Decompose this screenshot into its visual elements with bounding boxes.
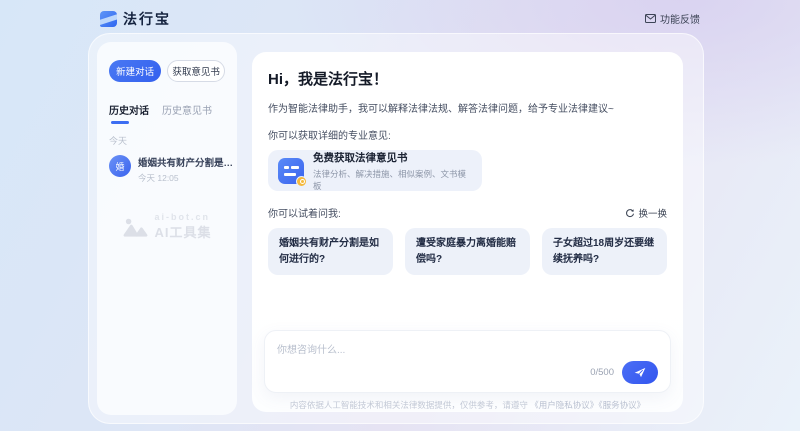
char-counter: 0/500 bbox=[590, 367, 614, 378]
opinion-document-icon bbox=[278, 158, 304, 184]
refresh-label: 换一换 bbox=[638, 206, 667, 220]
disclaimer: 内容依据人工智能技术和相关法律数据提供，仅供参考，请遵守 《用户隐私协议》《服务… bbox=[252, 399, 683, 411]
send-button[interactable] bbox=[622, 361, 658, 384]
feedback-label: 功能反馈 bbox=[660, 11, 700, 26]
history-item-time: 今天 12:05 bbox=[138, 172, 236, 184]
composer: 0/500 bbox=[264, 330, 671, 393]
get-opinion-button[interactable]: 获取意见书 bbox=[167, 60, 225, 82]
disclaimer-text: 内容依据人工智能技术和相关法律数据提供，仅供参考，请遵守 bbox=[290, 400, 530, 410]
history-item-title: 婚姻共有财产分割是如何... bbox=[138, 155, 236, 169]
envelope-icon bbox=[645, 14, 656, 23]
suggest-intro-label: 你可以试着问我: bbox=[268, 205, 341, 220]
history-item[interactable]: 婚 婚姻共有财产分割是如何... 今天 12:05 bbox=[109, 155, 225, 184]
question-card-2[interactable]: 遭受家庭暴力离婚能赔偿吗? bbox=[405, 228, 530, 275]
free-opinion-card[interactable]: 免费获取法律意见书 法律分析、解决措施、相似案例、文书模板 bbox=[268, 150, 482, 191]
send-icon bbox=[634, 367, 646, 378]
service-agreement-link[interactable]: 《服务协议》 bbox=[598, 400, 645, 410]
privacy-policy-link[interactable]: 《用户隐私协议》 bbox=[530, 400, 598, 410]
app-logo: 法行宝 bbox=[100, 9, 171, 29]
greeting-title: Hi，我是法行宝！ bbox=[268, 68, 667, 89]
watermark: ai-bot.cn AI工具集 bbox=[109, 212, 225, 241]
watermark-name: AI工具集 bbox=[154, 222, 211, 241]
opinion-card-title: 免费获取法律意见书 bbox=[313, 150, 472, 165]
feedback-button[interactable]: 功能反馈 bbox=[645, 11, 700, 26]
refresh-questions-button[interactable]: 换一换 bbox=[625, 206, 667, 220]
opinion-intro-label: 你可以获取详细的专业意见: bbox=[268, 127, 667, 142]
new-chat-button[interactable]: 新建对话 bbox=[109, 60, 161, 82]
opinion-card-subtitle: 法律分析、解决措施、相似案例、文书模板 bbox=[313, 168, 472, 192]
watermark-domain: ai-bot.cn bbox=[154, 212, 211, 222]
logo-text: 法行宝 bbox=[123, 9, 171, 29]
magnifier-badge-icon bbox=[296, 176, 307, 187]
sidebar-tabs: 历史对话 历史意见书 bbox=[109, 102, 225, 124]
tab-history-opinions[interactable]: 历史意见书 bbox=[162, 102, 212, 124]
refresh-icon bbox=[625, 208, 635, 218]
tab-history-chats[interactable]: 历史对话 bbox=[109, 102, 149, 124]
logo-icon bbox=[100, 11, 117, 27]
question-card-1[interactable]: 婚姻共有财产分割是如何进行的? bbox=[268, 228, 393, 275]
sidebar: 新建对话 获取意见书 历史对话 历史意见书 今天 婚 婚姻共有财产分割是如何..… bbox=[97, 42, 237, 415]
history-group-label: 今天 bbox=[109, 134, 225, 147]
history-avatar: 婚 bbox=[109, 155, 131, 177]
suggested-questions: 婚姻共有财产分割是如何进行的? 遭受家庭暴力离婚能赔偿吗? 子女超过18周岁还要… bbox=[268, 228, 667, 275]
greeting-description: 作为智能法律助手，我可以解释法律法规、解答法律问题，给予专业法律建议~ bbox=[268, 100, 667, 115]
watermark-logo-icon bbox=[122, 216, 148, 238]
question-card-3[interactable]: 子女超过18周岁还要继续抚养吗? bbox=[542, 228, 667, 275]
